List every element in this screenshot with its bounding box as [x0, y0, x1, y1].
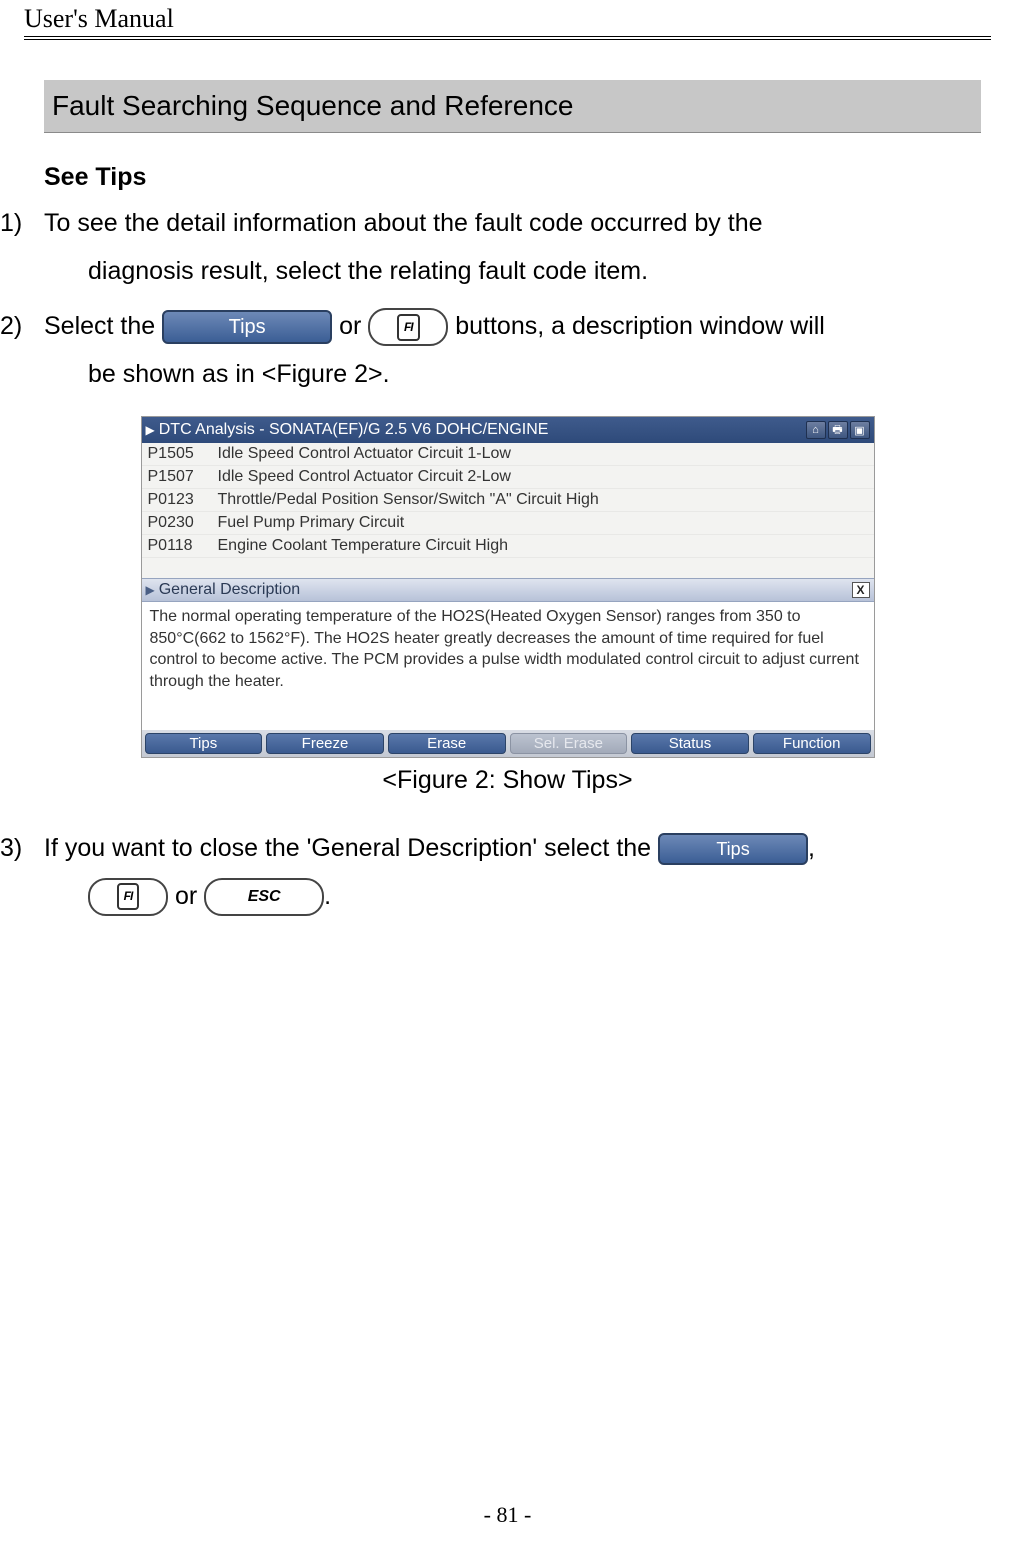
- step-text: ,: [808, 834, 815, 862]
- triangle-icon: ▶: [146, 423, 155, 437]
- figure-subbar: ▶ General Description X: [142, 578, 874, 602]
- triangle-icon: ▶: [146, 583, 155, 597]
- status-button[interactable]: Status: [631, 733, 749, 754]
- print-icon[interactable]: 🖶: [828, 421, 848, 439]
- dtc-code: P0123: [148, 491, 218, 509]
- info-icon[interactable]: ▣: [850, 421, 870, 439]
- dtc-code: P1507: [148, 468, 218, 486]
- figure-caption: <Figure 2: Show Tips>: [0, 766, 1015, 795]
- step-1: 1)To see the detail information about th…: [0, 200, 981, 295]
- sel-erase-button: Sel. Erase: [510, 733, 628, 754]
- step-text: or: [175, 882, 204, 910]
- dtc-desc: Idle Speed Control Actuator Circuit 2-Lo…: [218, 468, 868, 486]
- step-text: .: [324, 882, 331, 910]
- sub-heading: See Tips: [44, 163, 1015, 192]
- dtc-code: P0230: [148, 514, 218, 532]
- step-number: 3): [0, 825, 44, 873]
- dtc-desc: Idle Speed Control Actuator Circuit 1-Lo…: [218, 445, 868, 463]
- home-icon[interactable]: ⌂: [806, 421, 826, 439]
- step-number: 1): [0, 200, 44, 248]
- dtc-code: P1505: [148, 445, 218, 463]
- dtc-desc: Engine Coolant Temperature Circuit High: [218, 537, 868, 555]
- dtc-desc: Throttle/Pedal Position Sensor/Switch "A…: [218, 491, 868, 509]
- step-2: 2)Select the Tips or FI buttons, a descr…: [0, 303, 981, 398]
- table-row[interactable]: P1507 Idle Speed Control Actuator Circui…: [142, 466, 874, 489]
- table-row[interactable]: P0230 Fuel Pump Primary Circuit: [142, 512, 874, 535]
- f1-button[interactable]: FI: [368, 308, 448, 346]
- tips-button[interactable]: Tips: [162, 310, 332, 344]
- step-text-cont: be shown as in <Figure 2>.: [44, 351, 981, 399]
- figure-titlebar: ▶ DTC Analysis - SONATA(EF)/G 2.5 V6 DOH…: [142, 417, 874, 443]
- step-text: If you want to close the 'General Descri…: [44, 834, 658, 862]
- header-rule: [24, 36, 991, 40]
- freeze-button[interactable]: Freeze: [266, 733, 384, 754]
- step-text: Select the: [44, 312, 162, 340]
- table-row[interactable]: P1505 Idle Speed Control Actuator Circui…: [142, 443, 874, 466]
- f1-button[interactable]: FI: [88, 878, 168, 916]
- screenshot-figure: ▶ DTC Analysis - SONATA(EF)/G 2.5 V6 DOH…: [141, 416, 875, 758]
- dtc-code: P0118: [148, 537, 218, 555]
- description-panel: The normal operating temperature of the …: [142, 602, 874, 730]
- f1-label: FI: [397, 314, 420, 341]
- f1-label: FI: [117, 883, 140, 910]
- tips-button[interactable]: Tips: [658, 833, 808, 865]
- function-button[interactable]: Function: [753, 733, 871, 754]
- step-text: or: [339, 312, 368, 340]
- dtc-desc: Fuel Pump Primary Circuit: [218, 514, 868, 532]
- tips-button[interactable]: Tips: [145, 733, 263, 754]
- step-text: To see the detail information about the …: [44, 209, 763, 237]
- step-text: buttons, a description window will: [455, 312, 825, 340]
- page-number: - 81 -: [0, 1502, 1015, 1528]
- subbar-text: General Description: [159, 581, 300, 599]
- titlebar-text: DTC Analysis - SONATA(EF)/G 2.5 V6 DOHC/…: [159, 421, 549, 439]
- esc-button[interactable]: ESC: [204, 878, 324, 916]
- table-row[interactable]: P0118 Engine Coolant Temperature Circuit…: [142, 535, 874, 558]
- empty-row: [142, 558, 874, 578]
- figure-bottom-bar: Tips Freeze Erase Sel. Erase Status Func…: [142, 730, 874, 757]
- step-text-cont: diagnosis result, select the relating fa…: [44, 248, 981, 296]
- page-header: User's Manual: [0, 0, 1015, 36]
- section-title: Fault Searching Sequence and Reference: [44, 80, 981, 133]
- close-icon[interactable]: X: [852, 582, 870, 598]
- step-line2: FI or ESC.: [44, 873, 981, 921]
- erase-button[interactable]: Erase: [388, 733, 506, 754]
- table-row[interactable]: P0123 Throttle/Pedal Position Sensor/Swi…: [142, 489, 874, 512]
- esc-label: ESC: [248, 882, 281, 912]
- step-3: 3)If you want to close the 'General Desc…: [0, 825, 981, 920]
- step-number: 2): [0, 303, 44, 351]
